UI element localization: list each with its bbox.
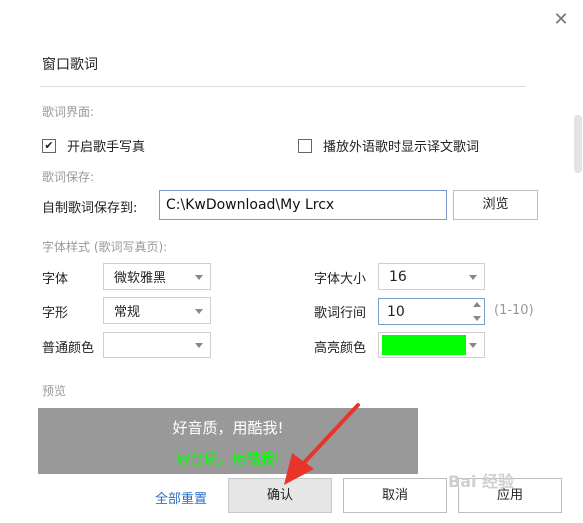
font-size-label: 字体大小 [314, 272, 367, 287]
font-size-select[interactable]: 16 [378, 263, 485, 290]
browse-button[interactable]: 浏览 [453, 190, 538, 220]
section-lyrics-ui: 歌词界面: [42, 105, 95, 119]
close-icon: ✕ [553, 9, 569, 30]
chevron-down-icon [195, 308, 203, 314]
font-size-value: 16 [389, 268, 407, 285]
font-label: 字体 [42, 272, 69, 287]
close-button[interactable]: ✕ [548, 7, 574, 33]
chevron-up-icon[interactable] [473, 302, 481, 307]
chevron-down-icon[interactable] [473, 316, 481, 321]
chevron-down-icon [195, 343, 203, 348]
enable-photo-checkbox[interactable]: ✔ [42, 138, 56, 153]
chevron-down-icon [469, 343, 477, 348]
show-translation-label: 播放外语歌时显示译文歌词 [323, 140, 480, 155]
line-spacing-value: 10 [387, 303, 405, 320]
section-lyrics-save: 歌词保存: [42, 170, 95, 184]
line-spacing-range: (1-10) [494, 303, 534, 318]
highlight-color-picker[interactable] [378, 332, 485, 358]
dialog-title: 窗口歌词 [42, 57, 98, 73]
highlight-color-swatch [382, 335, 466, 355]
reset-all-link[interactable]: 全部重置 [155, 488, 207, 507]
font-select[interactable]: 微软雅黑 [103, 263, 211, 290]
chevron-down-icon [195, 274, 203, 280]
scrollbar-thumb[interactable] [574, 115, 582, 173]
font-select-value: 微软雅黑 [114, 271, 167, 286]
show-translation-checkbox[interactable] [298, 138, 312, 153]
chevron-down-icon [469, 274, 477, 280]
watermark-logo: Bai 经验 [448, 472, 515, 491]
font-style-value: 常规 [114, 305, 141, 320]
normal-color-label: 普通颜色 [42, 341, 95, 356]
line-spacing-label: 歌词行间 [314, 306, 367, 321]
red-arrow-icon [284, 403, 360, 485]
font-style-label: 字形 [42, 306, 69, 321]
font-style-select[interactable]: 常规 [103, 297, 211, 324]
enable-photo-option[interactable]: ✔ 开启歌手写真 [42, 136, 145, 155]
show-translation-option[interactable]: 播放外语歌时显示译文歌词 [298, 136, 479, 155]
save-path-input[interactable]: C:\KwDownload\My Lrcx [159, 190, 447, 220]
section-preview: 预览 [42, 384, 67, 398]
save-path-label: 自制歌词保存到: [42, 201, 138, 216]
title-divider [40, 86, 526, 87]
enable-photo-label: 开启歌手写真 [67, 140, 146, 155]
section-font-style: 字体样式 (歌词写真页): [42, 240, 168, 254]
line-spacing-spinner[interactable]: 10 [378, 298, 485, 325]
highlight-color-label: 高亮颜色 [314, 341, 367, 356]
normal-color-picker[interactable] [103, 332, 211, 358]
